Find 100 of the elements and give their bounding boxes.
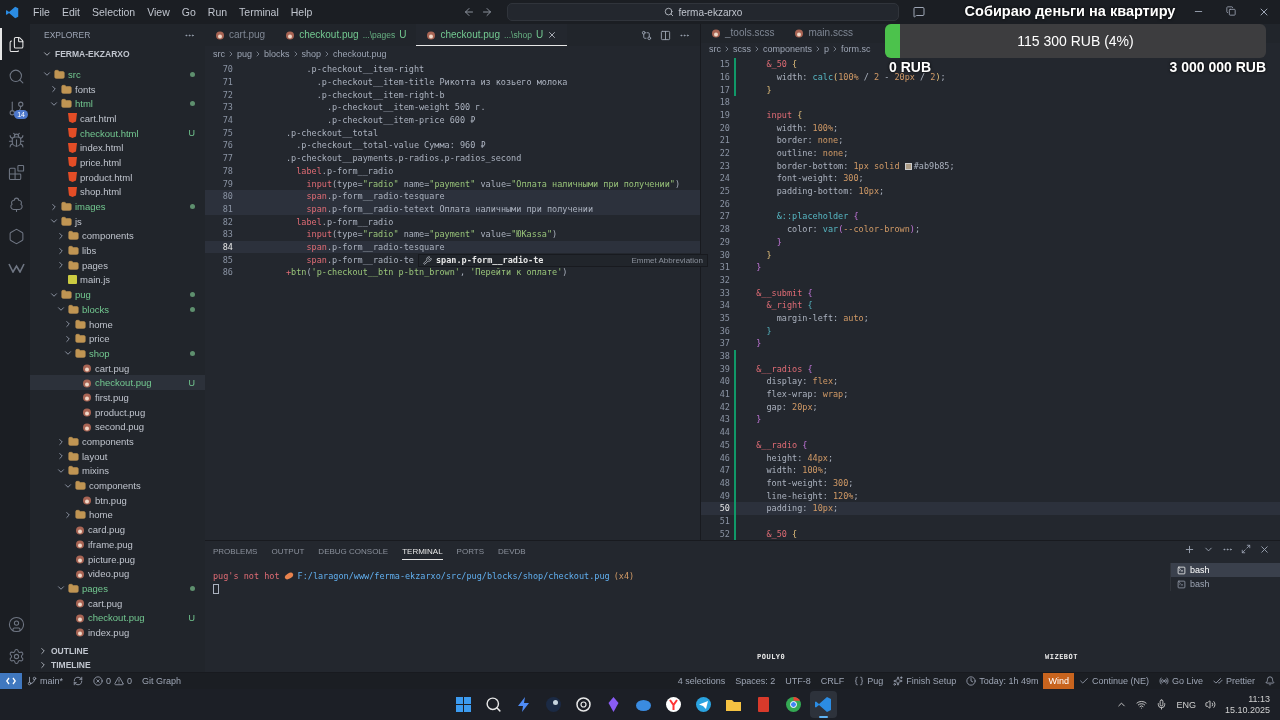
tree-item[interactable]: fonts: [30, 81, 205, 97]
sidebar-section[interactable]: OUTLINE: [30, 644, 205, 658]
remote-button[interactable]: [0, 673, 22, 689]
status-item[interactable]: Finish Setup: [888, 673, 962, 689]
status-item[interactable]: Prettier: [1208, 673, 1260, 689]
tree-item[interactable]: cart.html: [30, 111, 205, 126]
tree-item[interactable]: price.html: [30, 155, 205, 170]
status-item[interactable]: UTF-8: [780, 673, 816, 689]
terminal-instance[interactable]: bash: [1170, 577, 1280, 591]
tree-item[interactable]: product.html: [30, 169, 205, 185]
status-item[interactable]: Wind: [1043, 673, 1074, 689]
breadcrumb-item[interactable]: blocks: [264, 48, 290, 59]
tree-item[interactable]: checkout.pug U: [30, 610, 205, 626]
status-item[interactable]: Go Live: [1153, 673, 1208, 689]
tree-item[interactable]: picture.pug: [30, 551, 205, 567]
tree-item[interactable]: mixins: [30, 463, 205, 479]
tree-item[interactable]: images: [30, 199, 205, 214]
panel-tab[interactable]: TERMINAL: [402, 544, 443, 560]
tree-item[interactable]: btn.pug: [30, 492, 205, 508]
breadcrumb-item[interactable]: src: [709, 44, 721, 55]
suggestion-popup[interactable]: span.p-form__radio-te Emmet Abbreviation: [418, 253, 708, 267]
speaker-icon[interactable]: [1204, 699, 1216, 710]
tree-item[interactable]: shop: [30, 346, 205, 361]
tree-item[interactable]: cart.pug: [30, 360, 205, 376]
tree-item[interactable]: html: [30, 96, 205, 112]
menu-item[interactable]: Terminal: [233, 6, 285, 18]
command-center[interactable]: ferma-ekzarxo: [507, 3, 900, 21]
breadcrumb-item[interactable]: shop: [301, 48, 322, 59]
language-indicator[interactable]: ENG: [1176, 699, 1196, 710]
status-item[interactable]: Pug: [849, 673, 889, 689]
forward-arrow-icon[interactable]: [481, 6, 494, 18]
menu-item[interactable]: Edit: [55, 6, 86, 18]
tree-item[interactable]: iframe.pug: [30, 537, 205, 552]
problems-button[interactable]: 0 0: [88, 673, 138, 689]
workspace-header[interactable]: FERMA-EKZARXO: [30, 46, 205, 61]
breadcrumb-item[interactable]: components: [763, 44, 813, 55]
breadcrumb-item[interactable]: form.sc: [841, 44, 871, 55]
tree-item[interactable]: video.pug: [30, 566, 205, 582]
tree-item[interactable]: components: [30, 434, 205, 449]
panel-tab[interactable]: PROBLEMS: [213, 544, 258, 560]
tree-item[interactable]: libs: [30, 243, 205, 258]
close-icon[interactable]: [1258, 6, 1270, 18]
status-item[interactable]: Today: 1h 49m: [961, 673, 1044, 689]
panel-tab[interactable]: DEBUG CONSOLE: [318, 544, 389, 560]
tree-item[interactable]: pages: [30, 257, 205, 273]
menu-item[interactable]: Go: [175, 6, 202, 18]
tree-item[interactable]: second.pug: [30, 419, 205, 435]
restore-icon[interactable]: [1226, 6, 1236, 16]
wifi-icon[interactable]: [1136, 699, 1148, 710]
tree-item[interactable]: first.pug: [30, 390, 205, 405]
tree-item[interactable]: layout: [30, 448, 205, 464]
tree-item[interactable]: home: [30, 507, 205, 523]
tree-item[interactable]: product.pug: [30, 404, 205, 420]
menu-item[interactable]: File: [27, 6, 56, 18]
terminal-instance[interactable]: bash: [1170, 563, 1280, 577]
close-icon[interactable]: [547, 29, 558, 40]
tree-item[interactable]: src: [30, 67, 205, 82]
microphone-icon[interactable]: [1156, 699, 1168, 710]
close-icon[interactable]: [1259, 544, 1270, 555]
back-arrow-icon[interactable]: [463, 6, 476, 18]
tree-item[interactable]: index.html: [30, 140, 205, 156]
split-editor-icon[interactable]: [660, 29, 671, 41]
tree-item[interactable]: blocks: [30, 302, 205, 317]
status-item[interactable]: CRLF: [815, 673, 850, 689]
panel-tab[interactable]: PORTS: [456, 544, 485, 560]
status-item[interactable]: 4 selections: [672, 673, 731, 689]
tree-item[interactable]: index.pug: [30, 625, 205, 640]
breadcrumb-item[interactable]: pug: [237, 48, 253, 59]
tree-item[interactable]: home: [30, 316, 205, 332]
tree-item[interactable]: components: [30, 478, 205, 493]
menu-item[interactable]: Run: [201, 6, 234, 18]
status-item[interactable]: Git Graph: [137, 673, 187, 689]
tree-item[interactable]: checkout.html U: [30, 125, 205, 141]
tree-item[interactable]: js: [30, 213, 205, 229]
tree-item[interactable]: checkout.pug U: [30, 375, 205, 391]
panel-tab[interactable]: OUTPUT: [271, 544, 305, 560]
plus-icon[interactable]: [1184, 544, 1195, 555]
sidebar-section[interactable]: TIMELINE: [30, 658, 205, 672]
menu-item[interactable]: Help: [284, 6, 319, 18]
status-item[interactable]: Continue (NE): [1073, 673, 1154, 689]
menu-item[interactable]: View: [141, 6, 176, 18]
breadcrumb-item[interactable]: p: [824, 44, 830, 55]
breadcrumb-item[interactable]: scss: [733, 44, 751, 55]
breadcrumb-item[interactable]: src: [213, 48, 225, 59]
menu-item[interactable]: Selection: [86, 6, 142, 18]
tree-item[interactable]: price: [30, 331, 205, 347]
tree-item[interactable]: cart.pug: [30, 595, 205, 611]
breadcrumb-item[interactable]: checkout.pug: [333, 48, 387, 59]
tree-item[interactable]: components: [30, 228, 205, 244]
tree-item[interactable]: card.pug: [30, 522, 205, 537]
chat-icon[interactable]: [913, 6, 926, 18]
tree-item[interactable]: main.js: [30, 272, 205, 288]
status-item[interactable]: main*: [22, 673, 68, 689]
compare-icon[interactable]: [641, 29, 652, 41]
tree-item[interactable]: pug: [30, 287, 205, 302]
maximize-icon[interactable]: [1241, 544, 1251, 554]
status-item[interactable]: Spaces: 2: [730, 673, 781, 689]
tree-item[interactable]: shop.html: [30, 184, 205, 200]
panel-tab[interactable]: DEVDB: [498, 544, 526, 560]
tree-item[interactable]: pages: [30, 581, 205, 596]
